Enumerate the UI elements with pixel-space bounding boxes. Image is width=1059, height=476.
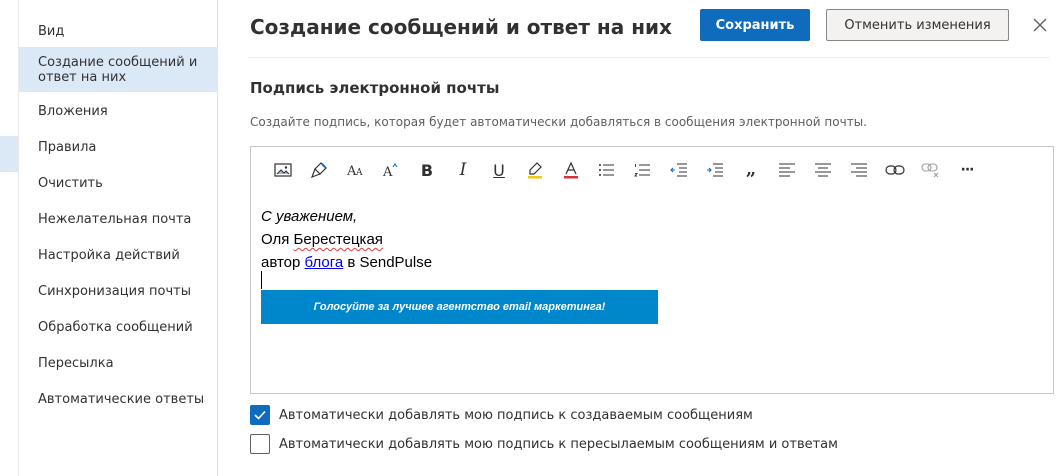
bold-glyph: B bbox=[420, 160, 434, 180]
signature-author-suffix: в SendPulse bbox=[343, 254, 433, 271]
signature-last-name: Берестецкая bbox=[293, 231, 383, 248]
header-divider bbox=[248, 57, 1049, 58]
auto-signature-reply-option[interactable]: Автоматически добавлять мою подпись к пе… bbox=[250, 434, 838, 454]
nav-item-forwarding[interactable]: Пересылка bbox=[19, 353, 218, 373]
nav-item-rules[interactable]: Правила bbox=[19, 137, 218, 157]
nav-item-message-handling[interactable]: Обработка сообщений bbox=[19, 317, 218, 337]
font-size-icon[interactable]: AA bbox=[337, 157, 373, 183]
save-button[interactable]: Сохранить bbox=[700, 9, 810, 41]
nav-item-sync-email[interactable]: Синхронизация почты bbox=[19, 281, 218, 301]
nav-item-automatic-replies[interactable]: Автоматические ответы bbox=[19, 389, 218, 409]
nav-item-sweep[interactable]: Очистить bbox=[19, 173, 218, 193]
italic-icon[interactable]: I bbox=[445, 157, 481, 183]
section-title: Подпись электронной почты bbox=[250, 79, 500, 97]
signature-greeting: С уважением, bbox=[261, 208, 358, 225]
signature-name-line: Оля Берестецкая bbox=[261, 228, 432, 251]
format-painter-icon[interactable] bbox=[301, 157, 337, 183]
signature-first-name: Оля bbox=[261, 231, 294, 248]
signature-author-line: автор блога в SendPulse bbox=[261, 251, 432, 274]
align-center-icon[interactable] bbox=[805, 157, 841, 183]
checkmark-icon bbox=[254, 410, 266, 420]
italic-glyph: I bbox=[459, 160, 467, 180]
signature-editor[interactable]: AA A B I U „ ··· С уважением, Оля Берест… bbox=[250, 146, 1054, 394]
page-title: Создание сообщений и ответ на них bbox=[250, 15, 672, 39]
increase-indent-icon[interactable] bbox=[697, 157, 733, 183]
discard-changes-button[interactable]: Отменить изменения bbox=[826, 9, 1009, 41]
underline-glyph: U bbox=[493, 160, 505, 180]
numbering-icon[interactable] bbox=[625, 157, 661, 183]
align-right-icon[interactable] bbox=[841, 157, 877, 183]
bullets-icon[interactable] bbox=[589, 157, 625, 183]
quote-icon[interactable]: „ bbox=[733, 157, 769, 183]
close-icon[interactable] bbox=[1030, 15, 1050, 35]
bold-icon[interactable]: B bbox=[409, 157, 445, 183]
more-options-icon[interactable]: ··· bbox=[949, 157, 985, 183]
decrease-indent-icon[interactable] bbox=[661, 157, 697, 183]
nav-item-compose-reply[interactable]: Создание сообщений и ответ на них bbox=[19, 47, 218, 92]
formatting-toolbar: AA A B I U „ ··· bbox=[265, 157, 985, 183]
section-description: Создайте подпись, которая будет автомати… bbox=[250, 115, 867, 129]
auto-signature-new-label: Автоматически добавлять мою подпись к со… bbox=[279, 407, 753, 423]
underline-icon[interactable]: U bbox=[481, 157, 517, 183]
remove-link-icon[interactable] bbox=[913, 157, 949, 183]
outer-selected-marker bbox=[0, 136, 18, 172]
align-left-icon[interactable] bbox=[769, 157, 805, 183]
auto-signature-new-checkbox[interactable] bbox=[250, 405, 270, 425]
auto-signature-reply-label: Автоматически добавлять мою подпись к пе… bbox=[279, 436, 838, 452]
font-color-icon[interactable] bbox=[553, 157, 589, 183]
quote-glyph: „ bbox=[745, 159, 757, 180]
settings-nav: Вид Создание сообщений и ответ на них Вл… bbox=[18, 0, 218, 476]
more-glyph: ··· bbox=[960, 162, 975, 178]
insert-link-icon[interactable] bbox=[877, 157, 913, 183]
signature-author-prefix: автор bbox=[261, 254, 305, 271]
highlight-icon[interactable] bbox=[517, 157, 553, 183]
nav-item-attachments[interactable]: Вложения bbox=[19, 101, 218, 121]
signature-banner[interactable]: Голосуйте за лучшее агентство email марк… bbox=[261, 290, 658, 324]
svg-text:A: A bbox=[355, 168, 363, 178]
auto-signature-new-option[interactable]: Автоматически добавлять мою подпись к со… bbox=[250, 405, 753, 425]
nav-item-junk-email[interactable]: Нежелательная почта bbox=[19, 209, 218, 229]
nav-item-view[interactable]: Вид bbox=[19, 21, 218, 41]
nav-item-customize-actions[interactable]: Настройка действий bbox=[19, 245, 218, 265]
outer-left-strip bbox=[0, 0, 18, 476]
auto-signature-reply-checkbox[interactable] bbox=[250, 434, 270, 454]
insert-image-icon[interactable] bbox=[265, 157, 301, 183]
settings-main: Создание сообщений и ответ на них Сохран… bbox=[218, 0, 1059, 476]
signature-content[interactable]: С уважением, Оля Берестецкая автор блога… bbox=[261, 205, 432, 274]
text-caret bbox=[261, 271, 262, 289]
blog-link[interactable]: блога bbox=[305, 254, 344, 271]
font-size-increase-icon[interactable]: A bbox=[373, 157, 409, 183]
svg-text:A: A bbox=[382, 165, 393, 178]
